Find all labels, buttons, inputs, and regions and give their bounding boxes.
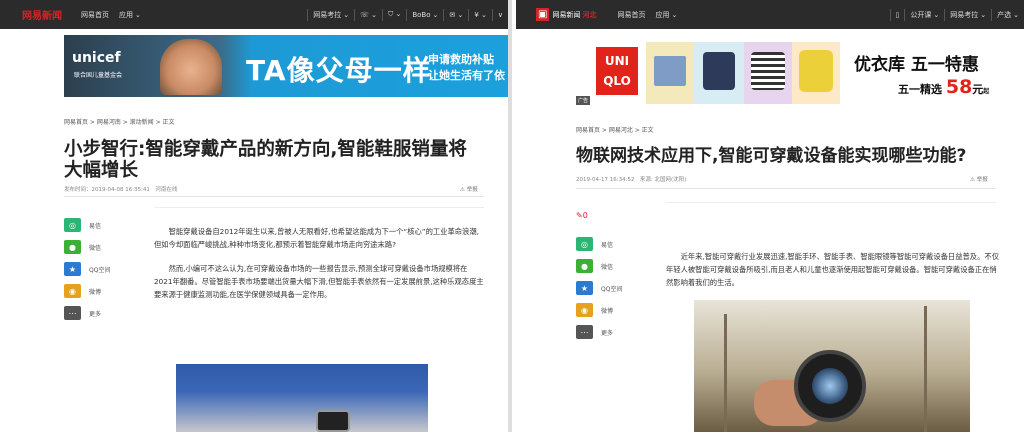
- product-hoodie: [792, 42, 840, 104]
- netease-logo-mark[interactable]: ▣: [536, 8, 550, 21]
- product-shorts: [646, 42, 694, 104]
- unicef-logo: unicef: [72, 50, 121, 66]
- top-nav-bar: ▣ 网易新闻 河北 网易首页 应用 ⌄ ▯ 公开课 ⌄ 网易考拉 ⌄ 产选 ⌄: [516, 0, 1024, 29]
- mail-icon[interactable]: ✉ ⌄: [444, 11, 468, 19]
- chevron-down-icon: ⌄: [980, 10, 987, 19]
- product-tshirt: [694, 42, 744, 104]
- share-qzone[interactable]: ★ QQ空间: [64, 261, 110, 277]
- share-weibo[interactable]: ◉ 微博: [64, 283, 110, 299]
- article-title: 物联网技术应用下,智能可穿戴设备能实现哪些功能?: [576, 146, 967, 166]
- banner-headline: TA像父母一样: [246, 54, 432, 87]
- comment-count[interactable]: ✎0: [576, 211, 588, 220]
- nav-apps-link[interactable]: 应用 ⌄: [650, 10, 682, 20]
- currency-icon[interactable]: ¥ ⌄: [469, 11, 492, 19]
- divider: [154, 207, 484, 208]
- breadcrumb[interactable]: 网易首页 > 网易河南 > 滚动新闻 > 正文: [64, 117, 175, 126]
- weibo-icon: ◉: [64, 284, 81, 298]
- uniqlo-logo: UNI QLO: [596, 47, 638, 95]
- chevron-down-icon: ⌄: [432, 10, 439, 19]
- nav-home-link[interactable]: 网易首页: [76, 10, 114, 20]
- product-striped-shirt: [744, 42, 792, 104]
- more-dots-icon: ⋯: [576, 325, 593, 339]
- comment-edit-icon: ✎: [576, 211, 583, 220]
- yixin-icon: ◎: [576, 237, 593, 251]
- warning-icon: ⚠: [460, 187, 465, 193]
- publish-meta: 2019-04-17 16:34:52 来源: 北国网(沈阳): [576, 177, 687, 183]
- divider: [576, 188, 996, 189]
- shield-icon[interactable]: ⛉ ⌄: [383, 10, 406, 19]
- uniqlo-ad-banner[interactable]: UNI QLO 广告 优衣库 五一特惠 五一精选 58元起: [576, 40, 1024, 105]
- chevron-down-icon: ⌄: [1013, 10, 1019, 19]
- share-yixin[interactable]: ◎ 易信: [576, 236, 622, 252]
- chevron-down-icon: ⌄: [135, 10, 141, 19]
- right-article-page: ▣ 网易新闻 河北 网易首页 应用 ⌄ ▯ 公开课 ⌄ 网易考拉 ⌄ 产选 ⌄ UNI Q…: [516, 0, 1024, 432]
- child-photo: [160, 39, 222, 95]
- chevron-down-icon: ⌄: [343, 10, 350, 19]
- uniqlo-price: 58: [945, 76, 973, 98]
- netease-news-logo[interactable]: 网易新闻: [552, 10, 580, 20]
- share-more[interactable]: ⋯ 更多: [64, 305, 110, 321]
- weibo-icon: ◉: [576, 303, 593, 317]
- more-dots-icon: ⋯: [64, 306, 81, 320]
- qzone-star-icon: ★: [576, 281, 593, 295]
- share-sidebar: ◎ 易信 ● 微信 ★ QQ空间 ◉ 微博 ⋯ 更多: [64, 217, 110, 327]
- nav-bobo-link[interactable]: BoBo ⌄: [407, 11, 443, 19]
- wechat-icon: ●: [64, 240, 81, 254]
- qzone-star-icon: ★: [64, 262, 81, 276]
- article-title: 小步智行:智能穿戴产品的新方向,智能鞋服销量将大幅增长: [64, 139, 467, 181]
- breadcrumb[interactable]: 网易首页 > 网易河北 > 正文: [576, 125, 654, 134]
- nav-apps-link[interactable]: 应用 ⌄: [114, 10, 146, 20]
- article-paragraph: 然而,小编可不这么认为,在可穿戴设备市场的一些报告显示,预测全球可穿戴设备市场规…: [154, 264, 484, 299]
- share-wechat[interactable]: ● 微信: [64, 239, 110, 255]
- publish-meta: 发布时间：2019-04-08 16:35:41 河南在线: [64, 187, 178, 193]
- wechat-icon: ●: [576, 259, 593, 273]
- banner-line-2: 让她生活有了依: [428, 69, 505, 82]
- nav-open-course-link[interactable]: 公开课 ⌄: [905, 10, 944, 20]
- nav-home-link[interactable]: 网易首页: [612, 10, 650, 20]
- unicef-ad-banner[interactable]: unicef 联合国儿童基金会 TA像父母一样 申请救助补贴 让她生活有了依: [64, 35, 508, 97]
- nav-kaola-link[interactable]: 网易考拉 ⌄: [308, 10, 354, 20]
- share-yixin[interactable]: ◎ 易信: [64, 217, 110, 233]
- report-link[interactable]: ⚠ 举报: [460, 185, 478, 193]
- divider: [64, 196, 484, 197]
- article-body: 近年来,智能可穿戴行业发展迅速,智能手环、智能手表、智能眼镜等智能可穿戴设备日益…: [666, 250, 1001, 300]
- share-more[interactable]: ⋯ 更多: [576, 324, 622, 340]
- netease-news-logo[interactable]: 网易新闻: [22, 7, 62, 22]
- yixin-icon: ◎: [64, 218, 81, 232]
- uniqlo-price-line: 五一精选 58元起: [898, 76, 990, 98]
- report-link[interactable]: ⚠ 举报: [970, 175, 988, 183]
- divider: [666, 202, 996, 203]
- region-label: 河北: [582, 10, 597, 19]
- article-paragraph: 智能穿戴设备自2012年诞生以来,曾被人无限看好,也希望这能成为下一个“核心”的…: [154, 227, 479, 249]
- smartwatch-photo: [176, 364, 428, 432]
- nav-yanxuan-link[interactable]: 产选 ⌄: [992, 10, 1024, 20]
- camera-lens-photo: [694, 300, 970, 432]
- ad-label: 广告: [576, 96, 591, 105]
- more-icon[interactable]: ∨: [493, 11, 508, 19]
- article-paragraph: 近年来,智能可穿戴行业发展迅速,智能手环、智能手表、智能眼镜等智能可穿戴设备日益…: [666, 252, 999, 287]
- phone-icon[interactable]: ▯: [891, 11, 905, 19]
- chevron-down-icon: ⌄: [933, 10, 940, 19]
- warning-icon: ⚠: [970, 177, 975, 183]
- chevron-down-icon: ⌄: [671, 10, 678, 19]
- banner-line-1: 申请救助补贴: [428, 53, 494, 66]
- phone-icon[interactable]: ☏ ⌄: [355, 11, 382, 19]
- left-article-page: 网易新闻 网易首页 应用 ⌄ 网易考拉 ⌄ ☏ ⌄ ⛉ ⌄ BoBo ⌄ ✉ ⌄ ¥ …: [0, 0, 512, 432]
- top-nav-bar: 网易新闻 网易首页 应用 ⌄ 网易考拉 ⌄ ☏ ⌄ ⛉ ⌄ BoBo ⌄ ✉ ⌄ ¥ …: [0, 0, 508, 29]
- share-qzone[interactable]: ★ QQ空间: [576, 280, 622, 296]
- uniqlo-headline: 优衣库 五一特惠: [854, 55, 979, 75]
- share-sidebar: ◎ 易信 ● 微信 ★ QQ空间 ◉ 微博 ⋯ 更多: [576, 236, 622, 346]
- article-body: 智能穿戴设备自2012年诞生以来,曾被人无限看好,也希望这能成为下一个“核心”的…: [154, 225, 484, 312]
- nav-kaola-link[interactable]: 网易考拉 ⌄: [945, 10, 991, 20]
- unicef-subtitle: 联合国儿童基金会: [74, 72, 123, 79]
- share-wechat[interactable]: ● 微信: [576, 258, 622, 274]
- share-weibo[interactable]: ◉ 微博: [576, 302, 622, 318]
